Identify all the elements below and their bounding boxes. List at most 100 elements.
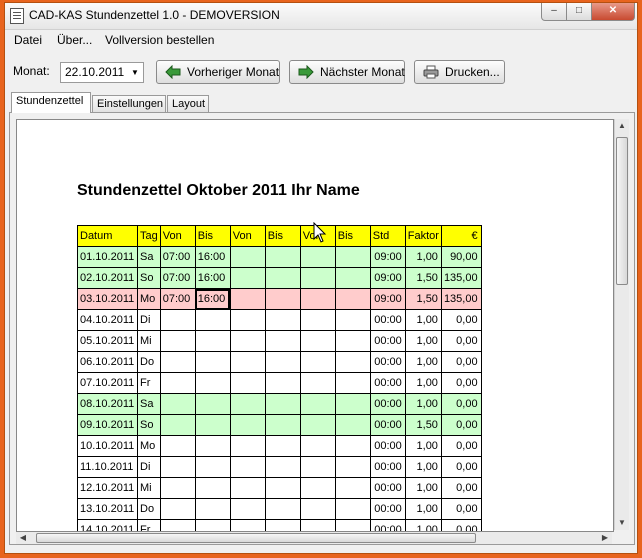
- table-cell[interactable]: 0,00: [440, 309, 482, 331]
- table-cell[interactable]: Di: [137, 456, 161, 478]
- table-cell[interactable]: 00:00: [369, 498, 406, 520]
- table-cell[interactable]: Di: [137, 309, 161, 331]
- menu-vollversion[interactable]: Vollversion bestellen: [105, 33, 214, 47]
- vertical-scroll-thumb[interactable]: [616, 137, 628, 285]
- table-cell[interactable]: [159, 372, 196, 394]
- table-cell[interactable]: [299, 246, 336, 268]
- table-cell[interactable]: 1,50: [404, 267, 442, 289]
- scroll-down-icon[interactable]: ▼: [615, 516, 629, 530]
- table-cell[interactable]: 10.10.2011: [77, 435, 138, 457]
- table-cell[interactable]: 05.10.2011: [77, 330, 138, 352]
- table-cell[interactable]: 1,00: [404, 330, 442, 352]
- table-row[interactable]: 03.10.2011 Mo 07:00 16:00 09:00 1,50 135,00: [77, 288, 482, 310]
- table-cell[interactable]: 16:00: [194, 267, 231, 289]
- table-cell[interactable]: [334, 435, 371, 457]
- table-cell[interactable]: [159, 435, 196, 457]
- table-cell[interactable]: [159, 519, 196, 531]
- scroll-up-icon[interactable]: ▲: [615, 119, 629, 133]
- table-cell[interactable]: [194, 393, 231, 415]
- table-row[interactable]: 11.10.2011 Di 00:00 1,00 0,00: [77, 456, 482, 478]
- table-row[interactable]: 01.10.2011 Sa 07:00 16:00 09:00 1,00 90,00: [77, 246, 482, 268]
- table-cell[interactable]: 16:00: [194, 246, 231, 268]
- table-cell[interactable]: [194, 309, 231, 331]
- table-cell[interactable]: [264, 309, 301, 331]
- table-cell[interactable]: Do: [137, 498, 161, 520]
- table-cell[interactable]: 09.10.2011: [77, 414, 138, 436]
- table-cell[interactable]: [194, 498, 231, 520]
- table-cell[interactable]: [334, 498, 371, 520]
- table-cell[interactable]: 1,00: [404, 351, 442, 373]
- table-cell[interactable]: [264, 456, 301, 478]
- table-cell[interactable]: 1,00: [404, 456, 442, 478]
- table-cell[interactable]: 135,00: [440, 267, 482, 289]
- table-cell[interactable]: [264, 519, 301, 531]
- table-cell[interactable]: [229, 519, 266, 531]
- table-cell[interactable]: 0,00: [440, 456, 482, 478]
- table-cell[interactable]: 1,00: [404, 393, 442, 415]
- table-cell[interactable]: [159, 456, 196, 478]
- horizontal-scrollbar[interactable]: ◀ ▶: [16, 532, 612, 544]
- table-cell[interactable]: [299, 435, 336, 457]
- table-cell[interactable]: [159, 351, 196, 373]
- table-cell[interactable]: 07:00: [159, 288, 196, 310]
- table-cell[interactable]: 0,00: [440, 414, 482, 436]
- table-cell[interactable]: [229, 456, 266, 478]
- table-cell[interactable]: [299, 372, 336, 394]
- next-month-button[interactable]: Nächster Monat: [289, 60, 405, 84]
- table-cell[interactable]: So: [137, 414, 161, 436]
- table-cell[interactable]: [159, 330, 196, 352]
- table-cell[interactable]: [264, 498, 301, 520]
- table-cell[interactable]: [264, 246, 301, 268]
- table-cell[interactable]: [229, 267, 266, 289]
- selected-cell[interactable]: 16:00: [194, 288, 231, 310]
- table-cell[interactable]: 0,00: [440, 393, 482, 415]
- table-cell[interactable]: 09:00: [369, 288, 406, 310]
- table-cell[interactable]: [334, 414, 371, 436]
- table-cell[interactable]: 00:00: [369, 372, 406, 394]
- table-cell[interactable]: So: [137, 267, 161, 289]
- table-cell[interactable]: Do: [137, 351, 161, 373]
- table-cell[interactable]: [334, 519, 371, 531]
- table-cell[interactable]: 00:00: [369, 351, 406, 373]
- table-row[interactable]: 04.10.2011 Di 00:00 1,00 0,00: [77, 309, 482, 331]
- table-row[interactable]: 14.10.2011 Fr 00:00 1,00 0,00: [77, 519, 482, 531]
- table-cell[interactable]: 07.10.2011: [77, 372, 138, 394]
- table-cell[interactable]: [334, 393, 371, 415]
- scroll-right-icon[interactable]: ▶: [598, 532, 612, 544]
- table-cell[interactable]: [264, 372, 301, 394]
- table-cell[interactable]: [334, 456, 371, 478]
- horizontal-scroll-thumb[interactable]: [36, 533, 476, 543]
- table-cell[interactable]: [264, 351, 301, 373]
- table-cell[interactable]: [229, 477, 266, 499]
- table-cell[interactable]: [194, 372, 231, 394]
- table-cell[interactable]: 0,00: [440, 351, 482, 373]
- table-cell[interactable]: [229, 372, 266, 394]
- table-cell[interactable]: 00:00: [369, 309, 406, 331]
- table-cell[interactable]: [229, 414, 266, 436]
- table-cell[interactable]: 1,00: [404, 435, 442, 457]
- table-cell[interactable]: 00:00: [369, 435, 406, 457]
- table-cell[interactable]: 11.10.2011: [77, 456, 138, 478]
- table-cell[interactable]: 1,00: [404, 309, 442, 331]
- table-cell[interactable]: 07:00: [159, 267, 196, 289]
- table-cell[interactable]: 0,00: [440, 435, 482, 457]
- table-row[interactable]: 09.10.2011 So 00:00 1,50 0,00: [77, 414, 482, 436]
- table-cell[interactable]: [229, 435, 266, 457]
- table-cell[interactable]: [229, 330, 266, 352]
- table-cell[interactable]: 0,00: [440, 330, 482, 352]
- table-cell[interactable]: 09:00: [369, 267, 406, 289]
- table-cell[interactable]: [229, 309, 266, 331]
- table-cell[interactable]: [194, 456, 231, 478]
- table-cell[interactable]: [194, 330, 231, 352]
- table-cell[interactable]: [264, 393, 301, 415]
- table-cell[interactable]: 00:00: [369, 414, 406, 436]
- table-cell[interactable]: [334, 267, 371, 289]
- table-cell[interactable]: 00:00: [369, 393, 406, 415]
- table-cell[interactable]: 06.10.2011: [77, 351, 138, 373]
- table-cell[interactable]: 02.10.2011: [77, 267, 138, 289]
- table-cell[interactable]: Sa: [137, 393, 161, 415]
- table-row[interactable]: 07.10.2011 Fr 00:00 1,00 0,00: [77, 372, 482, 394]
- table-cell[interactable]: [299, 393, 336, 415]
- table-row[interactable]: 12.10.2011 Mi 00:00 1,00 0,00: [77, 477, 482, 499]
- menu-ueber[interactable]: Über...: [57, 33, 92, 47]
